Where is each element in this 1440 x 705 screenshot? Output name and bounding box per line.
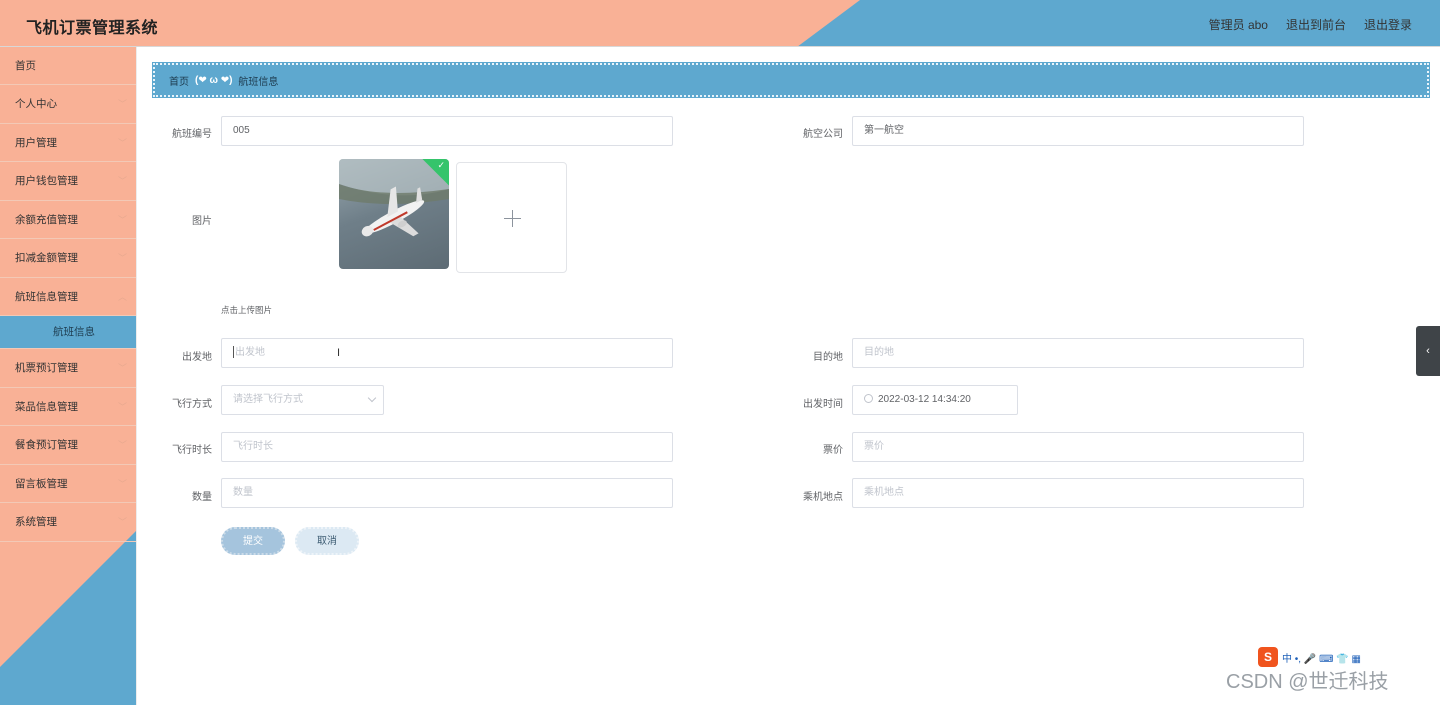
breadcrumb-home[interactable]: 首页 [169,73,189,88]
cancel-button[interactable]: 取消 [295,527,359,555]
sidebar-subitem-flight-info[interactable]: 航班信息 [0,316,136,349]
chevron-down-icon: ﹀ [117,214,127,225]
airline-label: 航空公司 [803,129,843,140]
chevron-left-icon[interactable]: ‹ [1416,326,1440,376]
flight-no-label: 航班编号 [172,129,212,140]
main-content: 首页 (❤ ω ❤) 航班信息 航班编号 005 航空公司 第一航空 图片 ✓ [136,47,1440,705]
chevron-down-icon: ﹀ [117,478,127,489]
sidebar-item-home[interactable]: 首页 [0,47,136,85]
depart-time-label: 出发时间 [803,399,843,410]
sidebar-item-deduction[interactable]: 扣减金额管理 ﹀ [0,239,136,278]
departure-placeholder: 出发地 [235,347,265,358]
back-to-front-link[interactable]: 退出到前台 [1286,16,1346,33]
sidebar-item-user-management[interactable]: 用户管理 ﹀ [0,124,136,162]
sidebar-item-message-board[interactable]: 留言板管理 ﹀ [0,465,136,503]
chevron-up-icon: ︿ [117,291,127,302]
chevron-down-icon: ﹀ [117,137,127,148]
clock-icon [864,393,873,403]
plus-icon-vertical [512,210,513,227]
image-label: 图片 [192,216,212,227]
sidebar-item-label: 首页 [15,60,36,72]
sidebar-item-label: 餐食预订管理 [15,439,78,451]
departure-label: 出发地 [182,352,212,363]
destination-input[interactable]: 目的地 [852,338,1304,368]
sidebar-item-recharge[interactable]: 余额充值管理 ﹀ [0,201,136,239]
upload-tip: 点击上传图片 [221,305,273,315]
chevron-down-icon: ﹀ [117,440,127,450]
sidebar-item-wallet[interactable]: 用户钱包管理 ﹀ [0,162,136,201]
boarding-label: 乘机地点 [803,492,843,503]
sidebar-item-dish-info[interactable]: 菜品信息管理 ﹀ [0,388,136,426]
quantity-input[interactable]: 数量 [221,478,673,508]
quantity-label: 数量 [192,492,212,503]
sidebar-item-label: 用户钱包管理 [15,175,78,187]
submit-button[interactable]: 提交 [221,527,285,555]
sidebar-item-meal-booking[interactable]: 餐食预订管理 ﹀ [0,426,136,465]
price-label: 票价 [823,445,843,456]
chevron-down-icon: ﹀ [117,253,127,263]
chevron-down-icon [367,393,377,403]
breadcrumb-separator: (❤ ω ❤) [195,74,233,86]
flight-mode-label: 飞行方式 [172,399,212,410]
text-caret [233,346,234,359]
chevron-down-icon: ﹀ [117,401,127,412]
breadcrumb: 首页 (❤ ω ❤) 航班信息 [152,62,1430,98]
image-upload-button[interactable] [456,162,567,273]
sidebar: 首页 个人中心 ﹀ 用户管理 ﹀ 用户钱包管理 ﹀ 余额充值管理 ﹀ 扣减金额管理 ﹀ 航… [0,47,136,705]
sidebar-item-label: 扣减金额管理 [15,252,78,264]
sidebar-item-label: 余额充值管理 [15,213,78,226]
chevron-down-icon: ﹀ [117,517,127,527]
departure-input[interactable]: 出发地 [221,338,673,368]
check-icon: ✓ [437,160,445,170]
sidebar-item-label: 菜品信息管理 [15,400,78,413]
sidebar-item-label: 系统管理 [15,516,57,528]
chevron-down-icon: ﹀ [117,99,127,109]
sidebar-item-label: 机票预订管理 [15,362,78,374]
duration-label: 飞行时长 [172,445,212,456]
depart-time-picker[interactable]: 2022-03-12 14:34:20 [852,385,1018,415]
destination-label: 目的地 [813,352,843,363]
boarding-input[interactable]: 乘机地点 [852,478,1304,508]
csdn-watermark: CSDN @世迁科技 [1226,671,1389,693]
sidebar-item-label: 用户管理 [15,136,57,149]
sidebar-item-label: 个人中心 [15,98,57,110]
app-title: 飞机订票管理系统 [26,20,159,37]
admin-user-label[interactable]: 管理员 abo [1209,16,1268,33]
depart-time-value: 2022-03-12 14:34:20 [878,394,971,405]
airplane-image [339,159,449,237]
top-header: 飞机订票管理系统 管理员 abo 退出到前台 退出登录 [0,0,1440,47]
header-nav: 管理员 abo 退出到前台 退出登录 [1209,16,1412,33]
uploaded-image-thumbnail[interactable]: ✓ [339,159,449,269]
flight-mode-select[interactable]: 请选择飞行方式 [221,385,384,415]
sidebar-item-ticket-booking[interactable]: 机票预订管理 ﹀ [0,349,136,388]
sogou-logo-icon: S [1258,647,1278,667]
ime-status-icons: 中 •, 🎤 ⌨ 👕 ▦ [1282,653,1361,665]
flight-mode-placeholder: 请选择飞行方式 [233,394,303,405]
sidebar-item-label: 留言板管理 [15,477,68,490]
airline-input[interactable]: 第一航空 [852,116,1304,146]
sidebar-item-system[interactable]: 系统管理 ﹀ [0,503,136,542]
text-cursor-icon: I [337,347,341,359]
price-input[interactable]: 票价 [852,432,1304,462]
sidebar-item-label: 航班信息管理 [15,290,78,303]
flight-no-input[interactable]: 005 [221,116,673,146]
sidebar-item-personal-center[interactable]: 个人中心 ﹀ [0,85,136,124]
chevron-down-icon: ﹀ [117,363,127,373]
sidebar-item-flight-management[interactable]: 航班信息管理 ︿ [0,278,136,316]
logout-link[interactable]: 退出登录 [1364,16,1412,33]
breadcrumb-current: 航班信息 [238,76,279,88]
duration-input[interactable]: 飞行时长 [221,432,673,462]
chevron-down-icon: ﹀ [117,176,127,186]
